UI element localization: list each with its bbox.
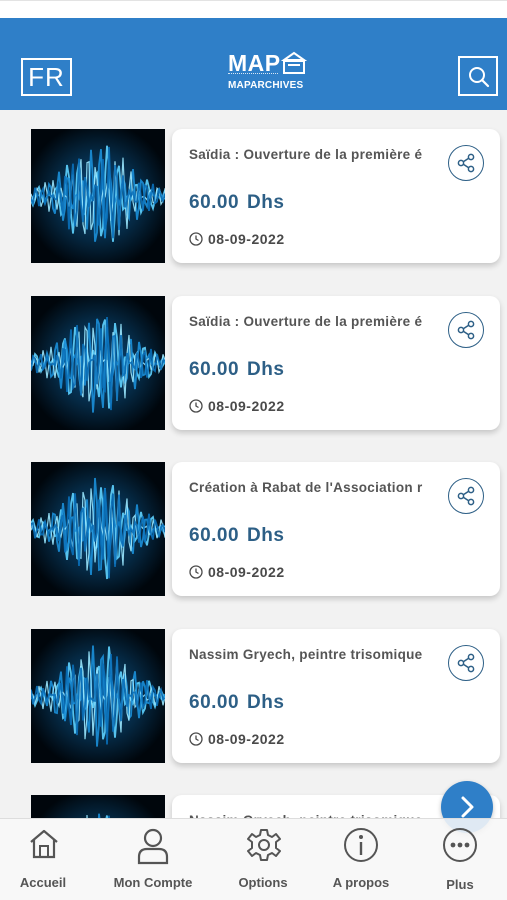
card-info-panel[interactable]: Saïdia : Ouverture de la première é 60.00… bbox=[172, 129, 500, 263]
card-info-panel[interactable]: Création à Rabat de l'Association r 60.00… bbox=[172, 462, 500, 596]
language-button[interactable]: FR bbox=[21, 58, 72, 96]
logo-divider bbox=[228, 73, 278, 75]
card-date: 08-09-2022 bbox=[189, 731, 285, 747]
card-date: 08-09-2022 bbox=[189, 231, 285, 247]
price-currency: Dhs bbox=[247, 358, 285, 380]
user-icon bbox=[137, 828, 169, 865]
date-value: 08-09-2022 bbox=[208, 730, 285, 747]
share-icon bbox=[457, 153, 475, 173]
share-button[interactable] bbox=[448, 644, 484, 681]
card-title: Saïdia : Ouverture de la première é bbox=[189, 313, 423, 329]
status-bar bbox=[0, 0, 507, 18]
gear-icon bbox=[247, 829, 281, 861]
card-info-panel[interactable]: Nassim Gryech, peintre trisomique 60.00 Dh… bbox=[172, 628, 500, 763]
app-screen: FR MAP MAPARCHIVES Saïdia : Ouverture de… bbox=[0, 0, 507, 900]
sound-wave-thumbnail[interactable] bbox=[31, 295, 165, 430]
price-currency: Dhs bbox=[247, 691, 285, 713]
archive-card[interactable]: Création à Rabat de l'Association r 60.00… bbox=[31, 462, 500, 598]
card-date: 08-09-2022 bbox=[189, 398, 285, 414]
home-icon bbox=[30, 829, 58, 859]
tab-label: Plus bbox=[446, 877, 474, 892]
sound-wave-thumbnail[interactable] bbox=[31, 129, 165, 263]
share-button[interactable] bbox=[448, 478, 484, 514]
share-icon bbox=[457, 653, 475, 672]
tab-label: Mon Compte bbox=[113, 875, 193, 890]
price-currency: Dhs bbox=[247, 192, 285, 213]
archive-card[interactable]: Saïdia : Ouverture de la première é 60.00… bbox=[31, 129, 500, 265]
card-price: 60.00 Dhs bbox=[189, 692, 284, 714]
chevron-right-icon bbox=[461, 796, 474, 818]
sound-wave-thumbnail[interactable] bbox=[31, 462, 165, 596]
tab-label: A propos bbox=[332, 875, 390, 890]
map-archives-logo: MAP MAPARCHIVES bbox=[226, 48, 310, 96]
tab-accueil[interactable]: Accueil bbox=[8, 819, 78, 900]
card-title: Création à Rabat de l'Association r bbox=[189, 480, 423, 495]
archive-box-icon bbox=[281, 51, 307, 74]
search-button[interactable] bbox=[458, 56, 498, 96]
share-icon bbox=[457, 320, 475, 339]
clock-icon bbox=[189, 565, 203, 579]
tab-options[interactable]: Options bbox=[228, 819, 298, 900]
date-value: 08-09-2022 bbox=[208, 397, 285, 414]
archive-card[interactable]: Nassim Gryech, peintre trisomique60.00Dh… bbox=[31, 795, 500, 818]
price-value: 60.00 bbox=[189, 358, 240, 380]
share-button[interactable] bbox=[448, 145, 484, 181]
card-price: 60.00 Dhs bbox=[189, 359, 284, 381]
logo-subtitle: MAPARCHIVES bbox=[228, 80, 304, 91]
price-currency: Dhs bbox=[247, 525, 285, 546]
card-date: 08-09-2022 bbox=[189, 564, 285, 580]
price-value: 60.00 bbox=[189, 691, 240, 713]
card-info-panel[interactable]: Saïdia : Ouverture de la première é 60.00… bbox=[172, 295, 500, 430]
tab-a-propos[interactable]: A propos bbox=[325, 819, 397, 900]
clock-icon bbox=[189, 232, 203, 246]
app-header: FR MAP MAPARCHIVES bbox=[0, 18, 507, 110]
card-title: Saïdia : Ouverture de la première é bbox=[189, 147, 423, 162]
archive-card[interactable]: Saïdia : Ouverture de la première é 60.00… bbox=[31, 295, 500, 432]
sound-wave-thumbnail[interactable] bbox=[31, 795, 165, 818]
date-value: 08-09-2022 bbox=[208, 231, 285, 247]
info-icon bbox=[344, 828, 378, 862]
date-value: 08-09-2022 bbox=[208, 564, 285, 580]
card-title: Nassim Gryech, peintre trisomique bbox=[189, 646, 423, 662]
bottom-tab-bar: Accueil Mon Compte Options A propos Plus bbox=[0, 818, 507, 900]
share-button[interactable] bbox=[448, 311, 484, 348]
tab-mon-compte[interactable]: Mon Compte bbox=[104, 819, 202, 900]
archive-list[interactable]: Saïdia : Ouverture de la première é 60.00… bbox=[0, 110, 507, 818]
clock-icon bbox=[189, 731, 203, 746]
card-price: 60.00 Dhs bbox=[189, 525, 284, 547]
archive-card[interactable]: Nassim Gryech, peintre trisomique 60.00 Dh… bbox=[31, 628, 500, 765]
tab-plus[interactable]: Plus bbox=[428, 819, 492, 900]
price-value: 60.00 bbox=[189, 192, 240, 213]
sound-wave-thumbnail[interactable] bbox=[31, 628, 165, 763]
tab-label: Options bbox=[238, 875, 288, 890]
search-icon bbox=[469, 67, 490, 88]
share-icon bbox=[457, 486, 475, 506]
price-value: 60.00 bbox=[189, 525, 240, 546]
tab-label: Accueil bbox=[19, 875, 67, 890]
more-icon bbox=[443, 828, 477, 862]
clock-icon bbox=[189, 398, 203, 413]
card-price: 60.00 Dhs bbox=[189, 192, 284, 214]
